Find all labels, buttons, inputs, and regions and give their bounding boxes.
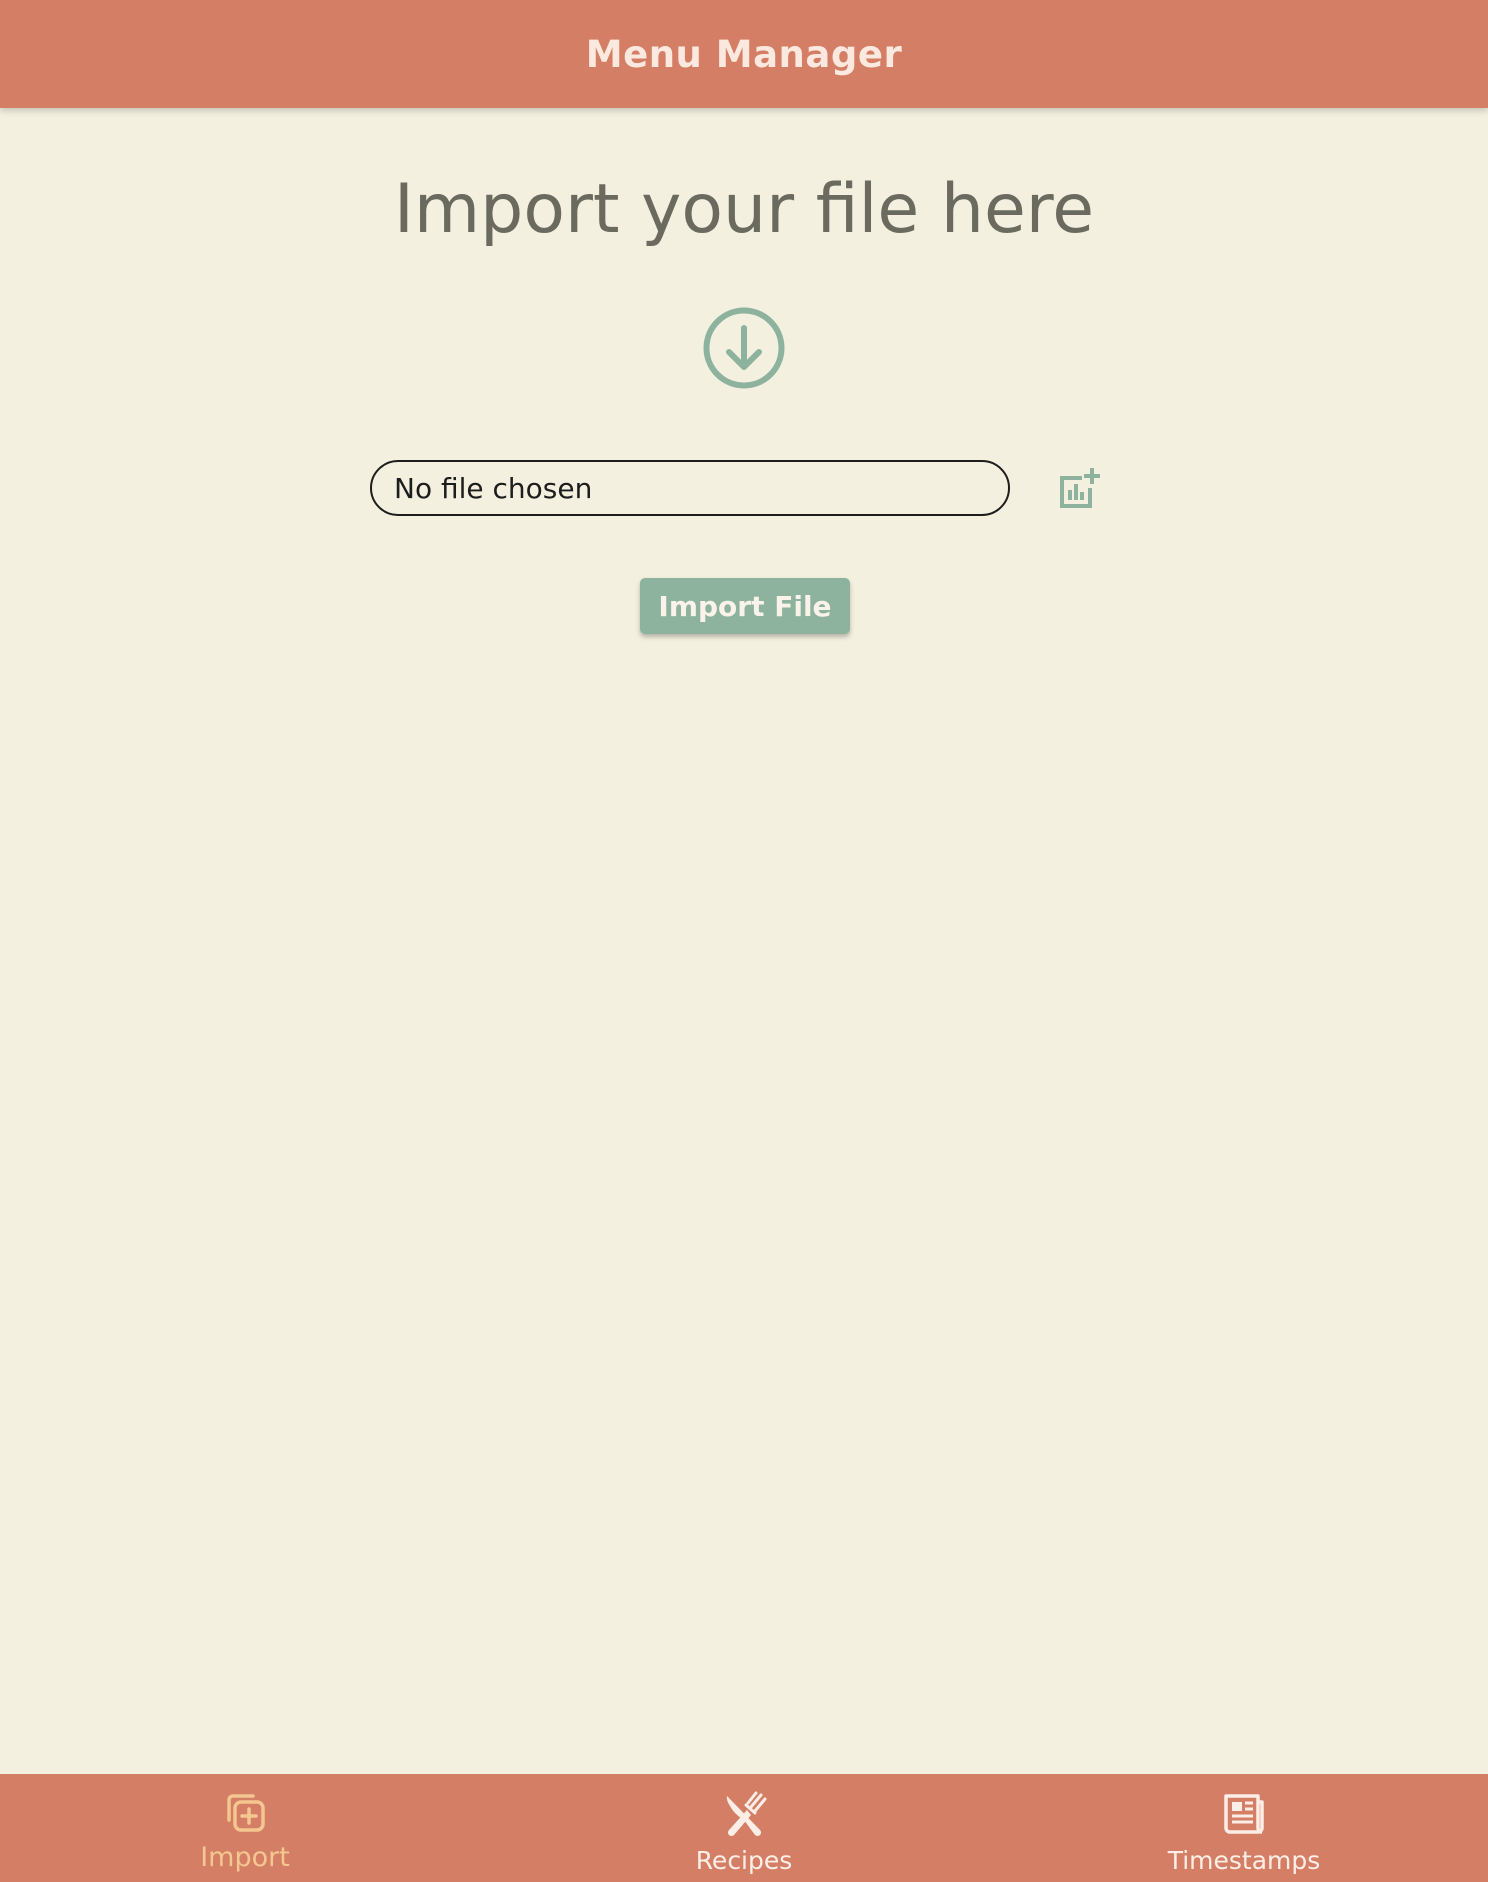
nav-item-import[interactable]: Import (125, 1774, 365, 1882)
app-title: Menu Manager (585, 32, 903, 76)
file-chooser-status: No file chosen (394, 471, 593, 505)
nav-item-timestamps[interactable]: Timestamps (1124, 1774, 1364, 1882)
newspaper-icon (1224, 1794, 1264, 1834)
add-to-library-icon (227, 1794, 265, 1832)
nav-label-import: Import (200, 1842, 290, 1873)
bottom-navigation-bar: Import Recipes Timestamps (0, 1774, 1488, 1882)
top-app-bar: Menu Manager (0, 0, 1488, 108)
nav-label-recipes: Recipes (695, 1846, 793, 1875)
import-file-button[interactable]: Import File (640, 578, 850, 634)
nav-item-recipes[interactable]: Recipes (624, 1774, 864, 1882)
file-chooser-input[interactable]: No file chosen (370, 460, 1010, 516)
download-circle-icon (703, 307, 785, 389)
add-chart-icon[interactable] (1056, 466, 1102, 512)
app-root: Menu Manager Import your file here No fi… (0, 0, 1488, 1882)
nav-label-timestamps: Timestamps (1167, 1846, 1321, 1875)
page-heading: Import your file here (393, 170, 1095, 249)
fork-knife-icon (726, 1791, 767, 1837)
